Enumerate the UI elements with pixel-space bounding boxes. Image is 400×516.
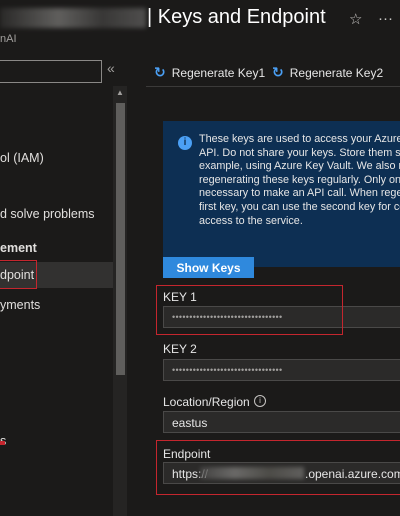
- info-banner-text: These keys are used to access your Azure…: [199, 133, 400, 228]
- info-line: These keys are used to access your Azure…: [199, 133, 400, 145]
- sidebar-selected-highlight: [0, 260, 37, 289]
- regenerate-key2-button[interactable]: ↻ Regenerate Key2: [272, 64, 383, 81]
- info-line: regenerating these keys regularly. Only …: [199, 173, 400, 186]
- key1-highlight: [156, 285, 343, 335]
- command-bar-divider: [146, 86, 400, 87]
- sidebar-scrollbar-thumb[interactable]: [116, 103, 125, 375]
- refresh-icon: ↻: [272, 64, 284, 80]
- info-line: necessary to make an API call. When rege…: [199, 187, 400, 200]
- key2-value: ••••••••••••••••••••••••••••••••: [172, 365, 283, 375]
- location-value: eastus: [172, 416, 208, 430]
- sidebar-section-resource-management: ement: [0, 241, 37, 255]
- sidebar-item-deployments[interactable]: yments: [0, 298, 40, 312]
- show-keys-button[interactable]: Show Keys: [163, 257, 254, 278]
- sidebar-item-diagnose[interactable]: d solve problems: [0, 207, 95, 221]
- location-label: Location/Region: [163, 395, 250, 409]
- sidebar-item-access-control[interactable]: ol (IAM): [0, 151, 44, 165]
- regenerate-key1-label: Regenerate Key1: [171, 65, 266, 80]
- info-line: first key, you can use the second key fo…: [199, 200, 400, 213]
- page-subtitle: nAI: [0, 33, 17, 45]
- info-line: example, using Azure Key Vault. We also …: [199, 160, 400, 173]
- info-circle-icon[interactable]: i: [254, 395, 266, 407]
- star-icon[interactable]: ☆: [349, 10, 362, 28]
- regenerate-key1-button[interactable]: ↻ Regenerate Key1: [154, 64, 265, 81]
- info-line: access to the service.: [199, 214, 303, 227]
- ellipsis-icon[interactable]: ···: [378, 10, 393, 27]
- regenerate-key2-label: Regenerate Key2: [289, 65, 384, 80]
- info-line: API. Do not share your keys. Store them …: [199, 146, 400, 159]
- refresh-icon: ↻: [154, 64, 166, 80]
- page-title: | Keys and Endpoint: [147, 6, 326, 28]
- key2-label: KEY 2: [163, 342, 197, 356]
- double-chevron-left-icon[interactable]: «: [107, 60, 115, 76]
- scroll-up-arrow-icon[interactable]: ▲: [113, 86, 127, 100]
- sidebar-red-mark: [0, 441, 5, 445]
- sidebar-search-input[interactable]: [0, 60, 102, 83]
- info-icon: i: [178, 136, 192, 150]
- endpoint-highlight: [156, 440, 400, 495]
- resource-name-redacted: [0, 8, 146, 28]
